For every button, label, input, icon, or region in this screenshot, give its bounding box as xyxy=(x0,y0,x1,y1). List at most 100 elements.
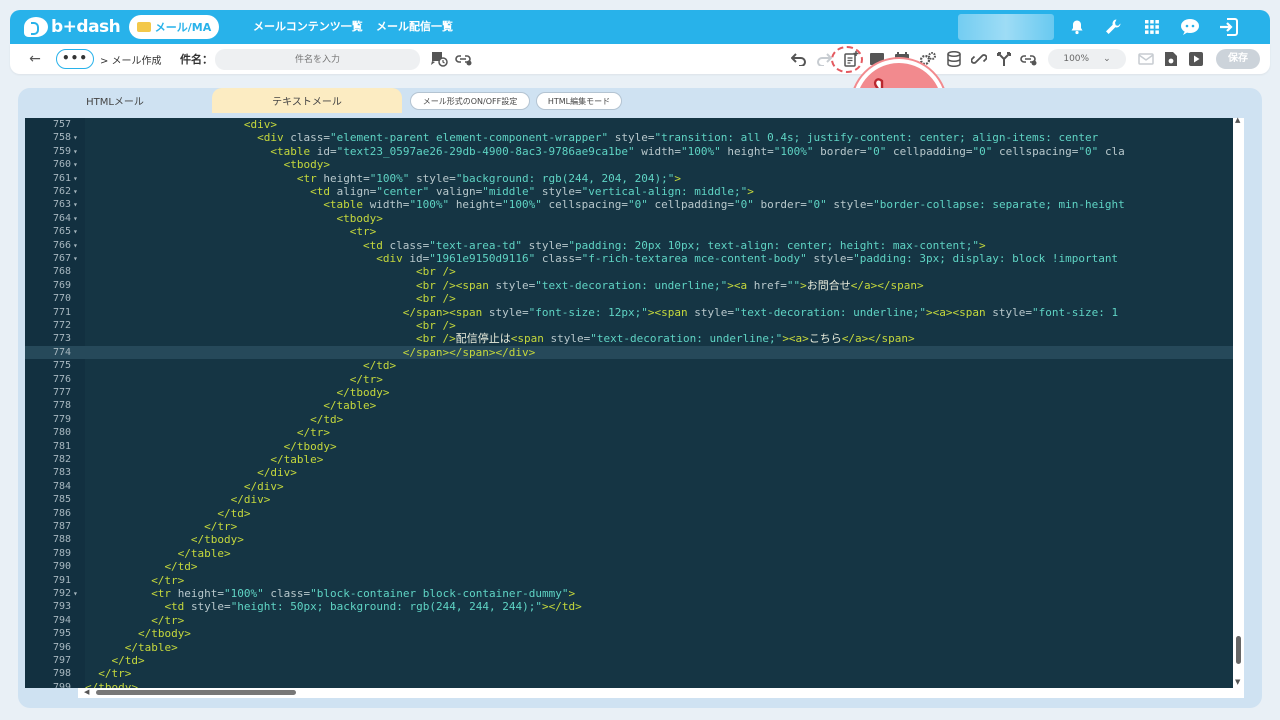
html-code-editor[interactable]: 757 <div> 758 ▾ <div class="element-parent e… xyxy=(25,118,1244,688)
fold-arrow-icon[interactable]: ▾ xyxy=(73,131,78,144)
code-line[interactable]: 791 </tr> xyxy=(25,574,1244,587)
vertical-scrollbar[interactable]: ▲ ▼ xyxy=(1233,116,1244,688)
code-line[interactable]: 797 </td> xyxy=(25,654,1244,667)
code-line[interactable]: 796 </table> xyxy=(25,641,1244,654)
code-line[interactable]: 759 ▾ <table id="text23_0597ae26-29db-4900… xyxy=(25,145,1244,158)
fold-arrow-icon[interactable]: ▾ xyxy=(73,185,78,198)
tab-html-mail[interactable]: HTMLメール xyxy=(20,88,210,113)
code-text: <br />配信停止は<span style="text-decoration:… xyxy=(416,332,915,346)
wrench-icon[interactable] xyxy=(1103,17,1123,37)
code-line[interactable]: 762 ▾ <td align="center" valign="middle" s… xyxy=(25,185,1244,198)
code-line[interactable]: 773 <br />配信停止は<span style="text-decorati… xyxy=(25,332,1244,345)
code-text: </span></span></div> xyxy=(402,345,536,359)
code-text: </div> xyxy=(257,466,297,480)
fold-arrow-icon[interactable]: ▾ xyxy=(73,198,78,211)
save-button[interactable]: 保存 xyxy=(1216,49,1260,69)
code-line[interactable]: 788 </tbody> xyxy=(25,533,1244,546)
code-line[interactable]: 789 </table> xyxy=(25,547,1244,560)
code-line[interactable]: 782 </table> xyxy=(25,453,1244,466)
user-account-blurred[interactable] xyxy=(958,14,1054,40)
code-line[interactable]: 774 </span></span></div> xyxy=(25,345,1244,360)
folder-icon xyxy=(136,22,151,32)
fold-arrow-icon[interactable]: ▾ xyxy=(73,172,78,185)
code-line[interactable]: 758 ▾ <div class="element-parent element-c… xyxy=(25,131,1244,144)
scroll-up-arrow-icon[interactable]: ▲ xyxy=(1235,116,1240,124)
logo[interactable]: b+dash xyxy=(24,16,121,38)
horizontal-scroll-thumb[interactable] xyxy=(96,690,296,695)
code-line[interactable]: 763 ▾ <table width="100%" height="100%" ce… xyxy=(25,198,1244,211)
code-line[interactable]: 767 ▾ <div id="1961e9150d9116" class="f-ri… xyxy=(25,252,1244,265)
bell-icon[interactable] xyxy=(1067,17,1087,37)
undo-icon[interactable] xyxy=(790,50,808,68)
preview-play-icon[interactable] xyxy=(1187,50,1205,68)
support-chat-icon[interactable] xyxy=(1180,17,1200,37)
fold-arrow-icon[interactable]: ▾ xyxy=(73,212,78,225)
code-line[interactable]: 790 </td> xyxy=(25,560,1244,573)
code-line[interactable]: 778 </table> xyxy=(25,399,1244,412)
scheduled-send-icon[interactable] xyxy=(430,50,448,68)
fold-arrow-icon[interactable]: ▾ xyxy=(73,158,78,171)
scroll-left-arrow-icon[interactable]: ◀ xyxy=(84,688,89,696)
code-text: </tr> xyxy=(151,573,185,587)
code-line[interactable]: 783 </div> xyxy=(25,466,1244,479)
code-line[interactable]: 798 </tr> xyxy=(25,667,1244,680)
code-line[interactable]: 795 </tbody> xyxy=(25,627,1244,640)
line-number: 793 xyxy=(52,601,71,613)
code-line[interactable]: 764 ▾ <tbody> xyxy=(25,212,1244,225)
link-check-icon[interactable] xyxy=(1020,50,1038,68)
code-line[interactable]: 794 </tr> xyxy=(25,614,1244,627)
code-line[interactable]: 765 ▾ <tr> xyxy=(25,225,1244,238)
code-line[interactable]: 781 </tbody> xyxy=(25,440,1244,453)
nav-link-mail-contents[interactable]: メールコンテンツ一覧 xyxy=(253,10,363,44)
fold-arrow-icon[interactable]: ▾ xyxy=(73,252,78,265)
code-line[interactable]: 786 </td> xyxy=(25,507,1244,520)
fold-arrow-icon[interactable]: ▾ xyxy=(73,225,78,238)
code-text: <div class="element-parent element-compo… xyxy=(257,131,1099,145)
code-line[interactable]: 777 </tbody> xyxy=(25,386,1244,399)
html-edit-mode-button[interactable]: HTML編集モード xyxy=(536,92,622,110)
fold-arrow-icon[interactable]: ▾ xyxy=(73,587,78,600)
code-line[interactable]: 771 </span><span style="font-size: 12px;"… xyxy=(25,306,1244,319)
back-arrow-icon[interactable]: ← xyxy=(26,49,44,69)
code-line[interactable]: 785 </div> xyxy=(25,493,1244,506)
nav-link-mail-deliveries[interactable]: メール配信一覧 xyxy=(376,10,453,44)
code-line[interactable]: 772 <br /> xyxy=(25,319,1244,332)
code-line[interactable]: 775 </td> xyxy=(25,359,1244,372)
code-line[interactable]: 792 ▾ <tr height="100%" class="block-conta… xyxy=(25,587,1244,600)
vertical-scroll-thumb[interactable] xyxy=(1236,636,1241,664)
grid-apps-icon[interactable] xyxy=(1142,17,1162,37)
nav-mail-ma-label: メール/MA xyxy=(154,21,212,34)
test-mail-icon[interactable] xyxy=(1137,50,1155,68)
horizontal-scrollbar[interactable]: ◀ xyxy=(78,688,1244,698)
html-file-icon[interactable] xyxy=(1162,50,1180,68)
logout-icon[interactable] xyxy=(1219,17,1239,37)
code-line[interactable]: 787 </tr> xyxy=(25,520,1244,533)
mail-format-toggle-button[interactable]: メール形式のON/OFF設定 xyxy=(410,92,530,110)
code-line[interactable]: 761 ▾ <tr height="100%" style="background:… xyxy=(25,172,1244,185)
code-line[interactable]: 769 <br /><span style="text-decoration: u… xyxy=(25,279,1244,292)
link-settings-icon[interactable] xyxy=(455,50,473,68)
code-line[interactable]: 770 <br /> xyxy=(25,292,1244,305)
code-line[interactable]: 768 <br /> xyxy=(25,265,1244,278)
subject-input[interactable] xyxy=(215,49,420,70)
zoom-select[interactable]: 100% ⌄ xyxy=(1048,49,1126,69)
scroll-down-arrow-icon[interactable]: ▼ xyxy=(1235,678,1240,686)
nav-mail-ma-button[interactable]: メール/MA xyxy=(129,15,219,39)
code-line[interactable]: 776 </tr> xyxy=(25,373,1244,386)
code-line[interactable]: 760 ▾ <tbody> xyxy=(25,158,1244,171)
code-line[interactable]: 784 </div> xyxy=(25,480,1244,493)
more-options-button[interactable]: ••• xyxy=(56,49,94,69)
code-line[interactable]: 757 <div> xyxy=(25,118,1244,131)
branch-split-icon[interactable] xyxy=(995,50,1013,68)
link-icon[interactable] xyxy=(970,50,988,68)
fold-arrow-icon[interactable]: ▾ xyxy=(73,145,78,158)
fold-arrow-icon[interactable]: ▾ xyxy=(73,239,78,252)
code-text: <div id="1961e9150d9116" class="f-rich-t… xyxy=(376,252,1119,265)
database-icon[interactable] xyxy=(945,50,963,68)
code-line[interactable]: 780 </tr> xyxy=(25,426,1244,439)
code-line[interactable]: 793 <td style="height: 50px; background: … xyxy=(25,600,1244,613)
code-line[interactable]: 766 ▾ <td class="text-area-td" style="padd… xyxy=(25,239,1244,252)
code-line[interactable]: 779 </td> xyxy=(25,413,1244,426)
code-line[interactable]: 799 </tbody> xyxy=(25,681,1244,688)
tab-text-mail[interactable]: テキストメール xyxy=(212,88,402,113)
